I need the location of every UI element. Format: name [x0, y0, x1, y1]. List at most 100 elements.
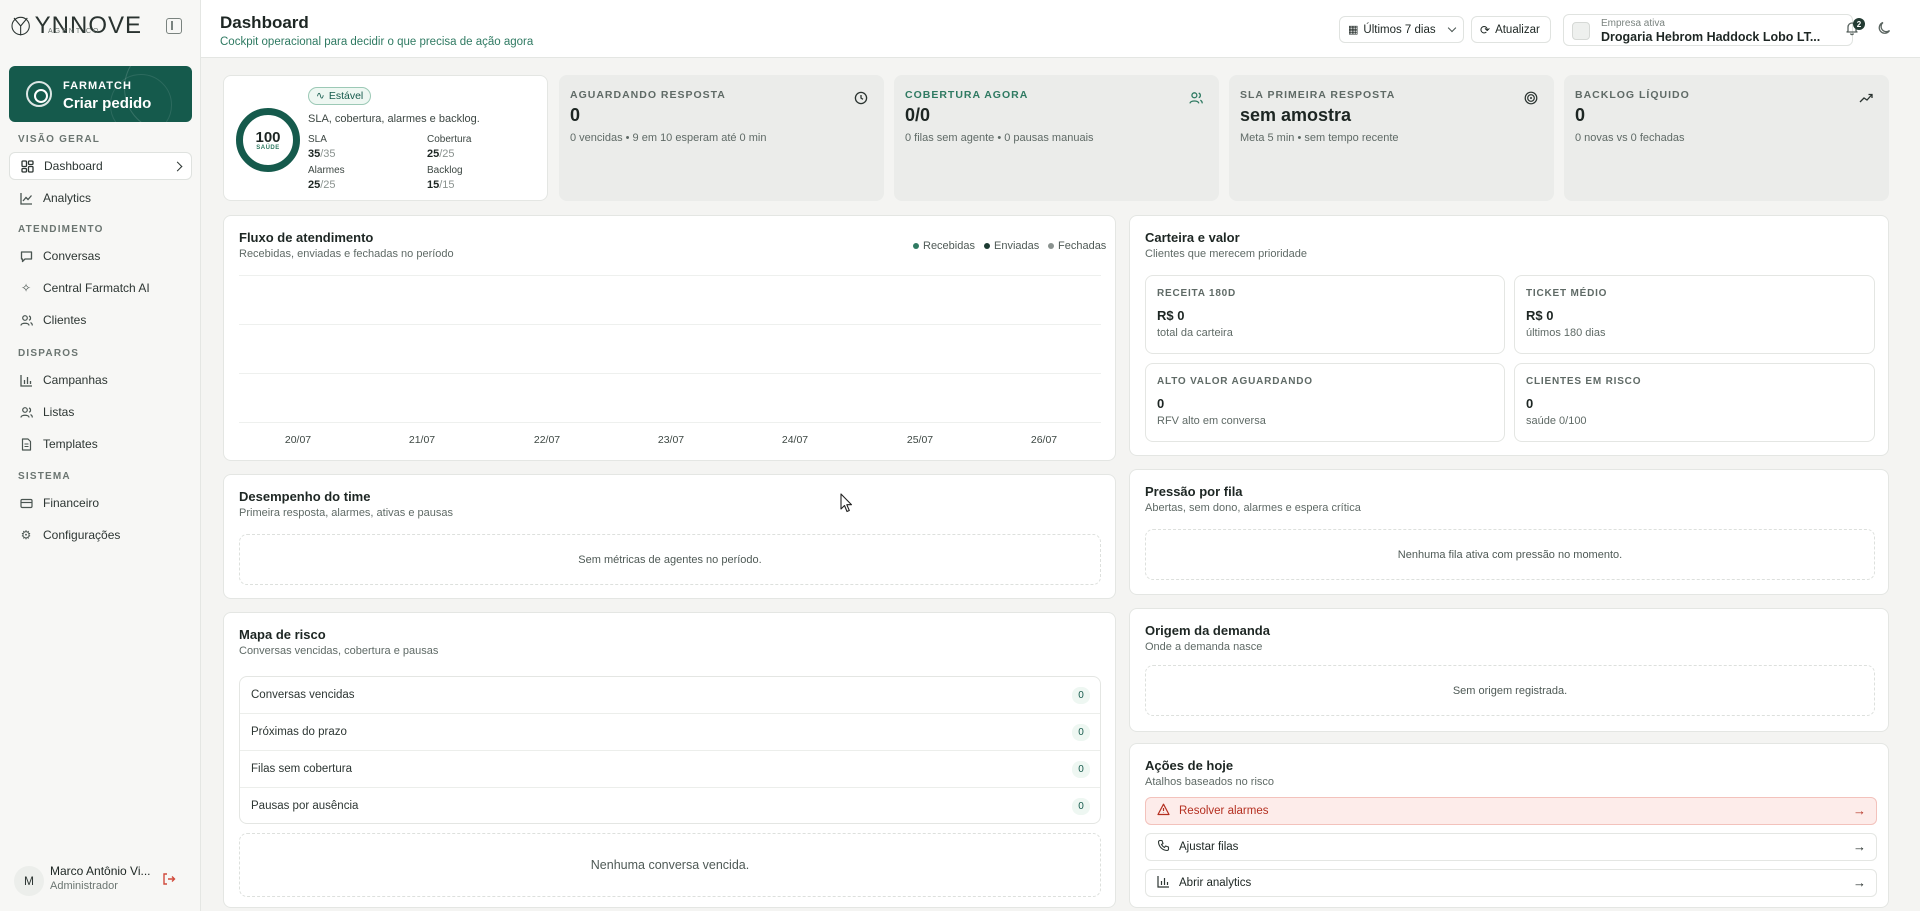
- count-badge: 0: [1072, 761, 1090, 778]
- kpi-value: 0: [570, 105, 581, 125]
- period-select[interactable]: ▦ Últimos 7 dias: [1339, 16, 1464, 43]
- health-score-label: SAÚDE: [256, 144, 280, 151]
- user-profile[interactable]: M Marco Antônio Vi... Administrador: [14, 864, 194, 896]
- sidebar-item-clients[interactable]: Clientes: [9, 306, 192, 334]
- x-tick-label: 21/07: [408, 434, 436, 446]
- action-label: Abrir analytics: [1179, 877, 1252, 889]
- legend-label: Enviadas: [994, 240, 1040, 252]
- refresh-button[interactable]: ⟳ Atualizar: [1471, 16, 1551, 43]
- kpi-awaiting-response[interactable]: AGUARDANDO RESPOSTA 0 0 vencidas • 9 em …: [559, 75, 884, 201]
- grid-line: [239, 422, 1101, 423]
- page-scrollbar[interactable]: [1904, 58, 1920, 911]
- sidebar-item-conversations[interactable]: Conversas: [9, 242, 192, 270]
- risk-label: Filas sem cobertura: [251, 763, 352, 775]
- wallet-high-value-cell[interactable]: ALTO VALOR AGUARDANDO 0 RFV alto em conv…: [1145, 363, 1505, 442]
- legend-item-closed: Fechadas: [1048, 240, 1106, 252]
- count-badge: 0: [1072, 687, 1090, 704]
- stat-label-alarms: Alarmes: [308, 165, 345, 176]
- sidebar-item-label: Conversas: [43, 249, 101, 263]
- team-performance-card: Desempenho do time Primeira resposta, al…: [223, 474, 1116, 599]
- card-subtitle: Abertas, sem dono, alarmes e espera crít…: [1145, 502, 1361, 514]
- empty-state: Sem origem registrada.: [1145, 665, 1875, 716]
- user-name: Marco Antônio Vi...: [50, 864, 151, 878]
- stat-value-coverage: 25/25: [427, 148, 455, 160]
- arrow-right-icon: →: [1853, 875, 1866, 890]
- resolve-alarms-button[interactable]: Resolver alarmes →: [1145, 797, 1877, 825]
- action-label: Resolver alarmes: [1179, 805, 1269, 817]
- sidebar-item-templates[interactable]: Templates: [9, 430, 192, 458]
- company-label: Empresa ativa: [1601, 18, 1665, 29]
- sidebar-item-finance[interactable]: Financeiro: [9, 489, 192, 517]
- sidebar-item-analytics[interactable]: Analytics: [9, 184, 192, 212]
- wallet-at-risk-cell[interactable]: CLIENTES EM RISCO 0 saúde 0/100: [1514, 363, 1875, 442]
- kpi-coverage-now[interactable]: COBERTURA AGORA 0/0 0 filas sem agente •…: [894, 75, 1219, 201]
- health-score: 100: [255, 128, 281, 146]
- sidebar-collapse-icon[interactable]: [166, 18, 182, 34]
- clock-icon: [854, 91, 868, 105]
- wallet-ticket-cell[interactable]: TICKET MÉDIO R$ 0 últimos 180 dias: [1514, 275, 1875, 354]
- chevron-down-icon: [1447, 23, 1457, 33]
- sidebar-item-campaigns[interactable]: Campanhas: [9, 366, 192, 394]
- kpi-subtext: 0 vencidas • 9 em 10 esperam até 0 min: [570, 132, 767, 144]
- sidebar-item-farmatch-ai[interactable]: ✧ Central Farmatch AI: [9, 274, 192, 302]
- card-icon: [19, 496, 33, 510]
- card-subtitle: Recebidas, enviadas e fechadas no períod…: [239, 248, 454, 260]
- kpi-net-backlog[interactable]: BACKLOG LÍQUIDO 0 0 novas vs 0 fechadas: [1564, 75, 1889, 201]
- risk-row-no-coverage[interactable]: Filas sem cobertura 0: [240, 751, 1100, 788]
- nav-section-dispatch: DISPAROS: [18, 348, 80, 359]
- grid-line: [239, 275, 1101, 276]
- sparkles-icon: ✧: [20, 281, 32, 295]
- moon-icon[interactable]: [1877, 20, 1895, 38]
- stat-value-sla: 35/35: [308, 148, 336, 160]
- mini-subtext: RFV alto em conversa: [1157, 415, 1266, 427]
- logo-text: YNNOVE: [34, 12, 142, 39]
- x-tick-label: 22/07: [533, 434, 561, 446]
- risk-row-absence-pauses[interactable]: Pausas por ausência 0: [240, 788, 1100, 825]
- legend-item-received: Recebidas: [913, 240, 975, 252]
- kpi-value: sem amostra: [1240, 105, 1352, 125]
- legend-label: Recebidas: [923, 240, 975, 252]
- adjust-queues-button[interactable]: Ajustar filas →: [1145, 833, 1877, 861]
- logout-icon[interactable]: [162, 872, 176, 886]
- risk-row-near-deadline[interactable]: Próximas do prazo 0: [240, 714, 1100, 751]
- building-icon: [1572, 22, 1590, 40]
- page-title: Dashboard: [220, 13, 309, 32]
- card-subtitle: Conversas vencidas, cobertura e pausas: [239, 645, 439, 657]
- mini-value: R$ 0: [1157, 308, 1185, 323]
- sidebar-item-label: Listas: [43, 405, 75, 419]
- company-selector[interactable]: Empresa ativa Drogaria Hebrom Haddock Lo…: [1563, 14, 1853, 46]
- sidebar-item-lists[interactable]: Listas: [9, 398, 192, 426]
- card-title: Ações de hoje: [1145, 758, 1234, 773]
- mouse-cursor-icon: [840, 493, 853, 513]
- grid-line: [239, 373, 1101, 374]
- mini-subtext: saúde 0/100: [1526, 415, 1587, 427]
- card-title: Origem da demanda: [1145, 623, 1270, 638]
- risk-label: Pausas por ausência: [251, 800, 359, 812]
- card-title: Fluxo de atendimento: [239, 230, 374, 245]
- kpi-sla-first-response[interactable]: SLA PRIMEIRA RESPOSTA sem amostra Meta 5…: [1229, 75, 1554, 201]
- risk-list: Conversas vencidas 0 Próximas do prazo 0…: [239, 676, 1101, 824]
- stat-label-coverage: Cobertura: [427, 134, 472, 145]
- risk-label: Conversas vencidas: [251, 689, 355, 701]
- sidebar-item-dashboard[interactable]: Dashboard: [9, 152, 192, 180]
- demand-origin-card: Origem da demanda Onde a demanda nasce S…: [1129, 608, 1889, 732]
- kpi-label: AGUARDANDO RESPOSTA: [570, 89, 726, 101]
- sidebar-item-settings[interactable]: ⚙ Configurações: [9, 521, 192, 549]
- open-analytics-button[interactable]: Abrir analytics →: [1145, 869, 1877, 897]
- users-icon: [19, 405, 33, 419]
- wallet-revenue-cell[interactable]: RECEITA 180D R$ 0 total da carteira: [1145, 275, 1505, 354]
- grid-line: [239, 324, 1101, 325]
- x-tick-label: 24/07: [781, 434, 809, 446]
- nav-section-service: ATENDIMENTO: [18, 224, 104, 235]
- chart-line-icon: [19, 191, 33, 205]
- sidebar-item-label: Campanhas: [43, 373, 108, 387]
- bar-chart-icon: [1156, 875, 1170, 891]
- count-badge: 0: [1072, 724, 1090, 741]
- legend-label: Fechadas: [1058, 240, 1107, 252]
- create-order-button[interactable]: FARMATCH Criar pedido: [9, 66, 192, 122]
- stat-label-sla: SLA: [308, 134, 327, 145]
- risk-row-overdue[interactable]: Conversas vencidas 0: [240, 677, 1100, 714]
- brand-logo[interactable]: YNNOVE: [10, 8, 142, 44]
- wallet-value-card: Carteira e valor Clientes que merecem pr…: [1129, 215, 1889, 456]
- x-tick-label: 20/07: [284, 434, 312, 446]
